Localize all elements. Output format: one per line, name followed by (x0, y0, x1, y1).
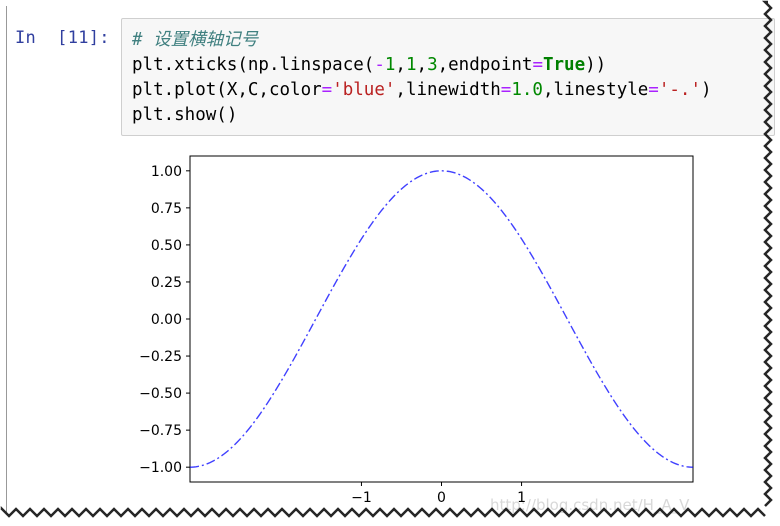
x-tick-label: 0 (437, 490, 446, 506)
y-ticks: 1.00 0.75 0.50 0.25 0.00 −0.25 −0.50 −0.75 −1.00 (139, 164, 190, 476)
y-tick-label: −0.50 (139, 386, 182, 402)
y-tick-label: 0.00 (151, 312, 182, 328)
y-tick-label: 1.00 (151, 164, 182, 180)
cosine-series-line (189, 170, 694, 468)
plot-output: 1.00 0.75 0.50 0.25 0.00 −0.25 −0.50 −0.75 −1.00… (139, 155, 694, 515)
x-tick-label: −1 (351, 490, 372, 506)
plot-frame (189, 155, 694, 483)
y-tick-label: 0.75 (151, 201, 182, 217)
y-tick-label: −0.25 (139, 349, 182, 365)
y-tick-label: −1.00 (139, 460, 182, 476)
y-tick-label: 0.50 (151, 238, 182, 254)
y-tick-label: 0.25 (151, 275, 182, 291)
plot-axes (189, 155, 694, 483)
y-tick-label: −0.75 (139, 423, 182, 439)
watermark-text: http://blog.csdn.net/H_A_V (490, 496, 690, 515)
